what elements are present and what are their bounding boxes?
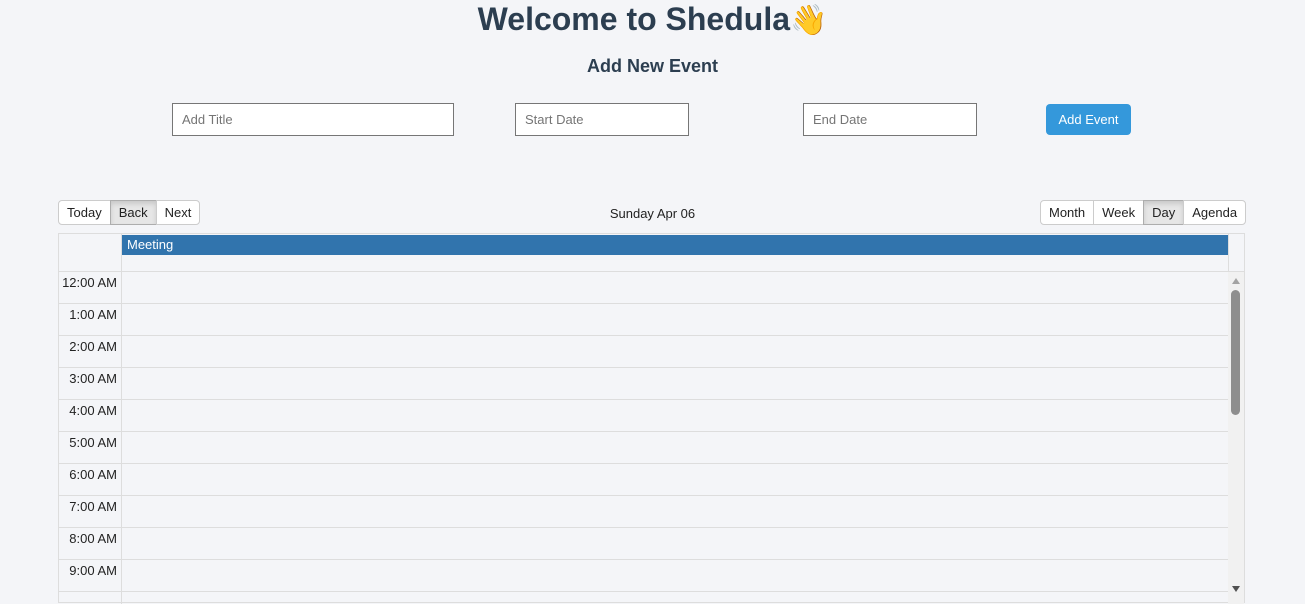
form-heading: Add New Event [586, 56, 719, 76]
waving-hand-icon: 👋 [790, 4, 828, 37]
time-label: 7:00 AM [69, 499, 117, 514]
page-title-text: Welcome to Shedula [477, 1, 790, 37]
add-event-button[interactable]: Add Event [1046, 104, 1131, 135]
view-day-button[interactable]: Day [1143, 200, 1185, 225]
time-slot[interactable]: 1:00 AM [59, 304, 1229, 336]
time-slot[interactable]: 6:00 AM [59, 464, 1229, 496]
time-label: 3:00 AM [69, 371, 117, 386]
scroll-down-arrow-icon[interactable] [1232, 586, 1240, 592]
time-label: 1:00 AM [69, 307, 117, 322]
day-calendar: Meeting 12:00 AM 1:00 AM 2:00 AM 3:00 AM… [58, 233, 1245, 604]
time-grid-scrollbar[interactable] [1228, 272, 1244, 604]
event-meeting[interactable]: Meeting [122, 235, 1228, 255]
page-title: Welcome to Shedula👋 [0, 0, 1305, 38]
time-slot[interactable]: 3:00 AM [59, 368, 1229, 400]
time-slot[interactable]: 7:00 AM [59, 496, 1229, 528]
title-input[interactable] [172, 103, 454, 136]
all-day-scroll-spacer [1228, 234, 1244, 271]
time-label: 5:00 AM [69, 435, 117, 450]
view-button-group: Month Week Day Agenda [1040, 200, 1247, 225]
all-day-row: Meeting [59, 234, 1244, 272]
scroll-thumb[interactable] [1231, 290, 1240, 415]
time-label: 4:00 AM [69, 403, 117, 418]
time-slot[interactable]: 12:00 AM [59, 272, 1229, 304]
time-label: 12:00 AM [62, 275, 117, 290]
view-agenda-button[interactable]: Agenda [1183, 200, 1247, 225]
time-slot[interactable]: 5:00 AM [59, 432, 1229, 464]
time-slot[interactable]: 8:00 AM [59, 528, 1229, 560]
time-label: 8:00 AM [69, 531, 117, 546]
view-month-button[interactable]: Month [1040, 200, 1095, 225]
time-label: 6:00 AM [69, 467, 117, 482]
start-date-input[interactable] [515, 103, 689, 136]
time-label: 2:00 AM [69, 339, 117, 354]
scroll-up-arrow-icon[interactable] [1232, 278, 1240, 284]
view-week-button[interactable]: Week [1093, 200, 1145, 225]
time-grid: 12:00 AM 1:00 AM 2:00 AM 3:00 AM 4:00 AM… [59, 272, 1229, 604]
time-slot[interactable]: 9:00 AM [59, 560, 1229, 592]
time-label: 9:00 AM [69, 563, 117, 578]
time-slot[interactable]: 2:00 AM [59, 336, 1229, 368]
end-date-input[interactable] [803, 103, 977, 136]
all-day-gutter [59, 234, 122, 271]
time-slot[interactable]: 4:00 AM [59, 400, 1229, 432]
